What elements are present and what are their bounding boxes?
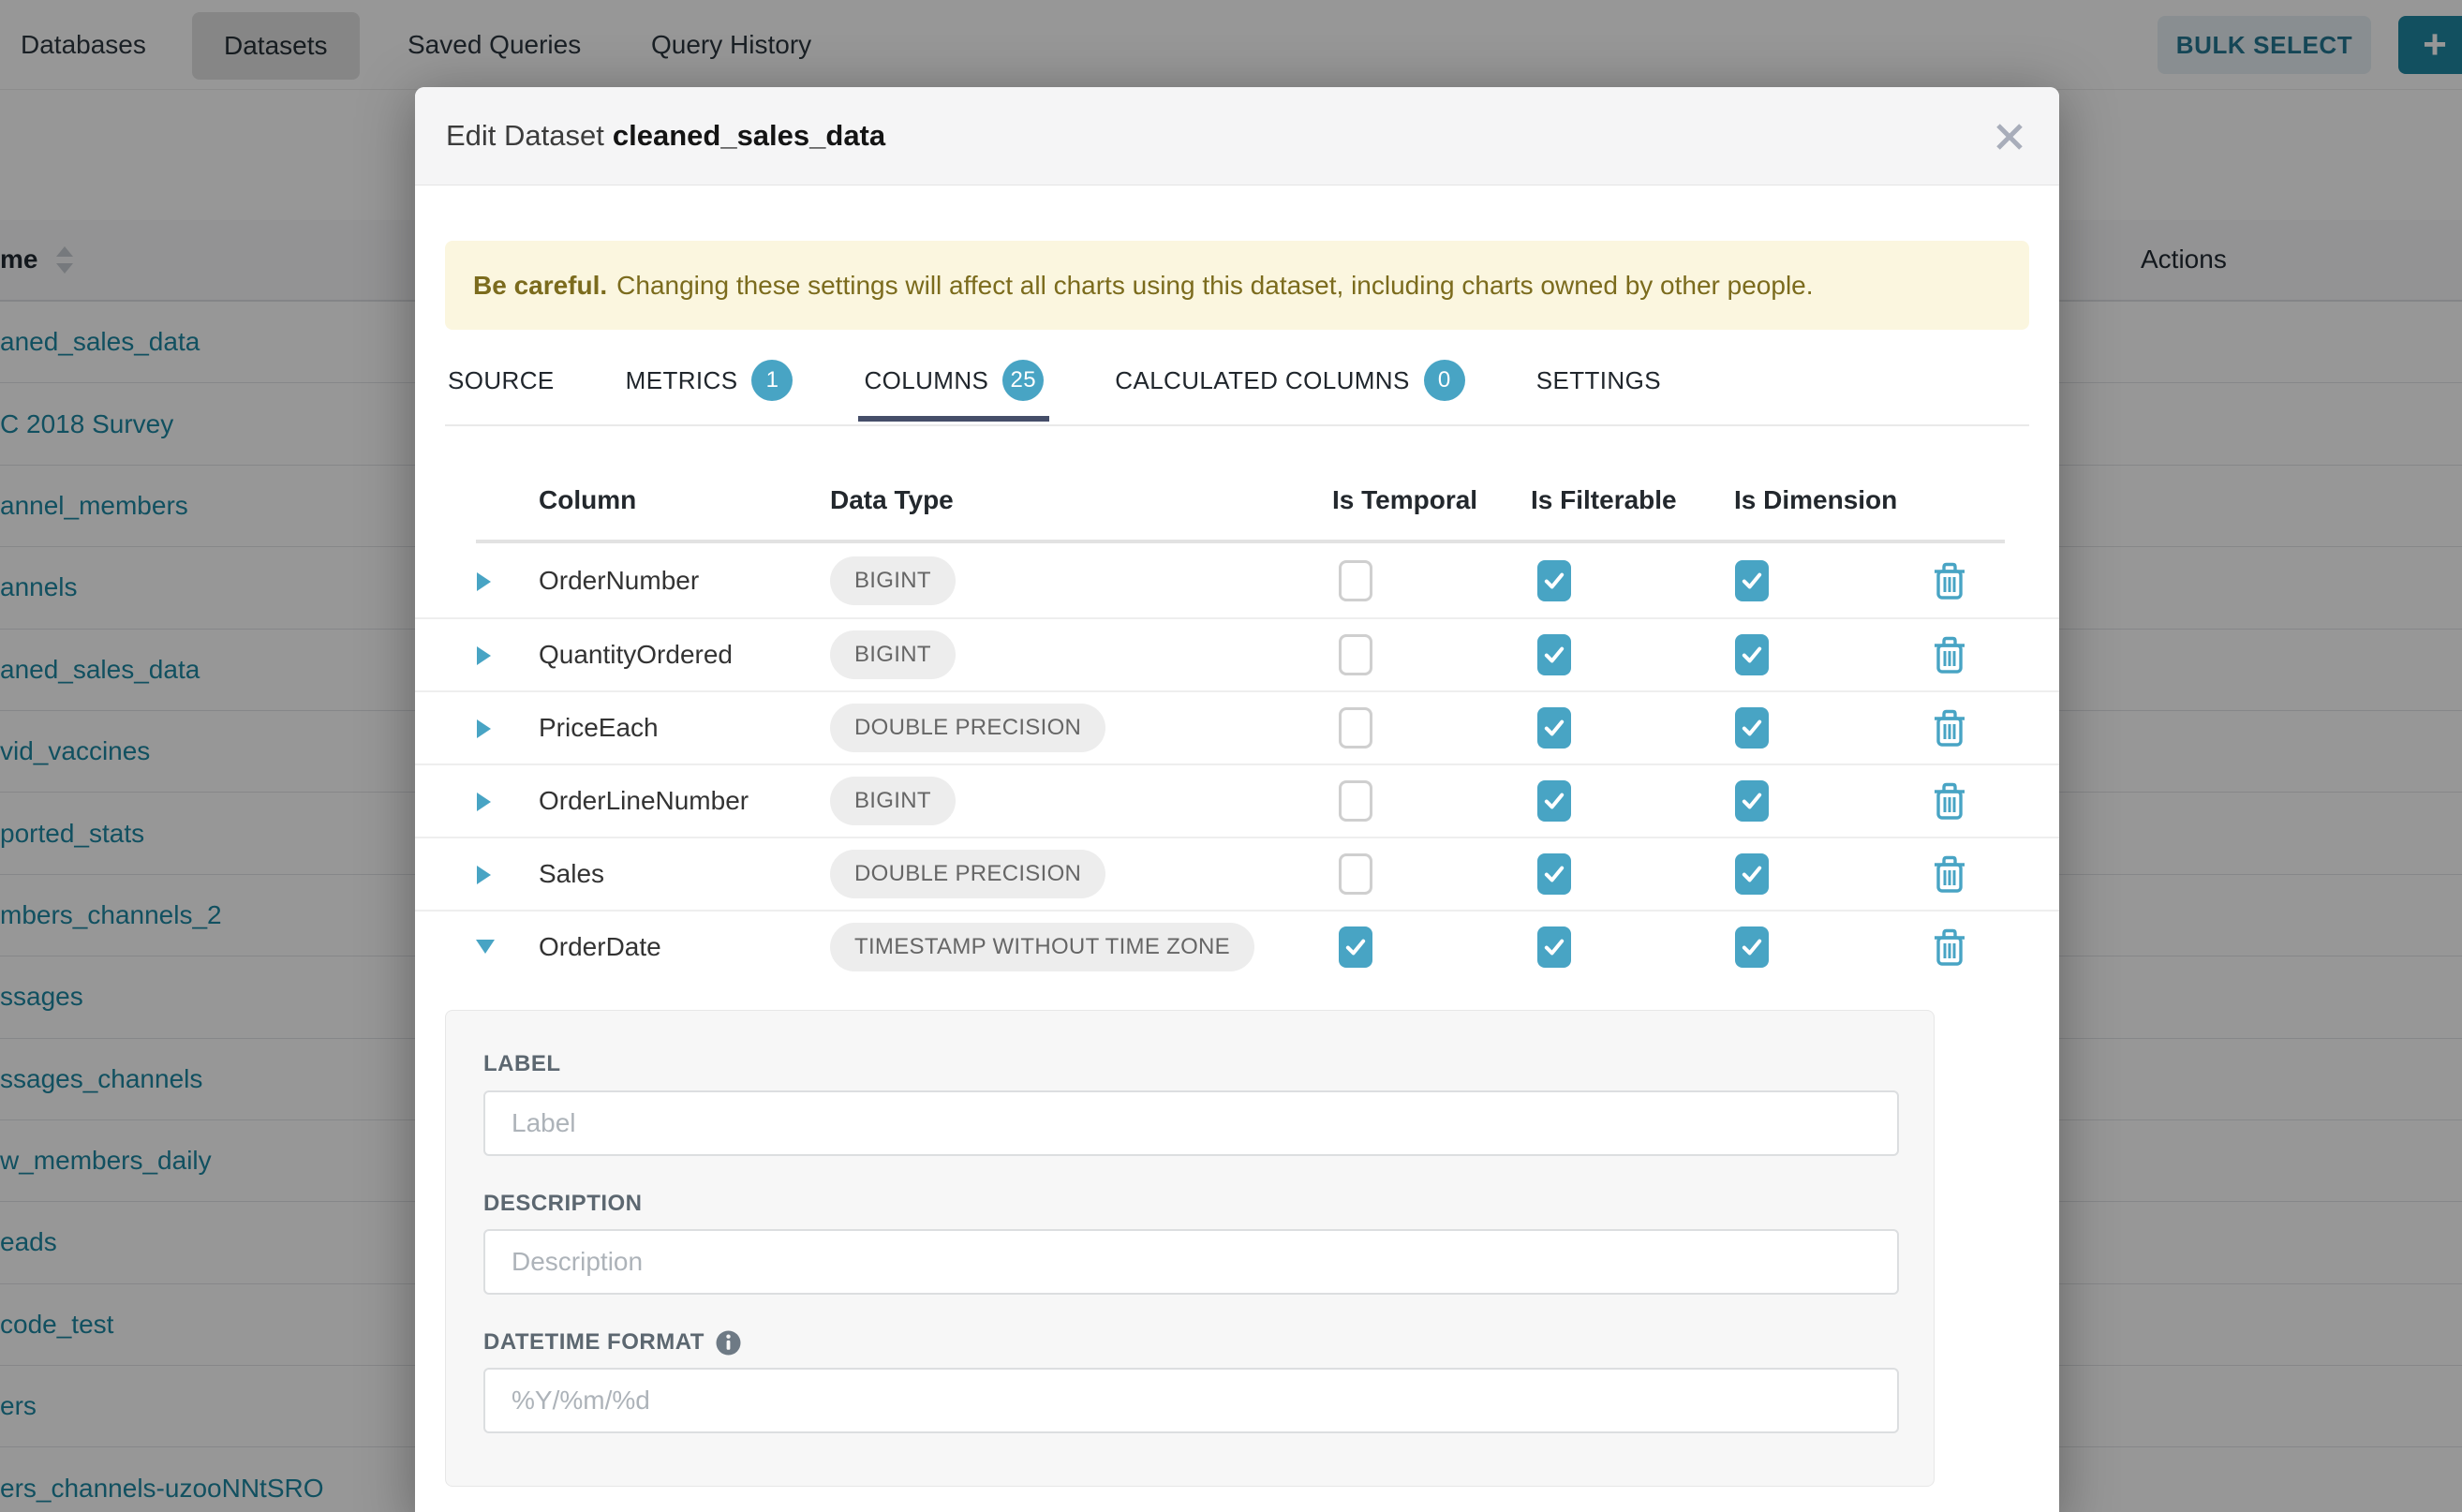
tab-source[interactable]: SOURCE (448, 340, 555, 421)
data-type-pill: BIGINT (830, 630, 956, 679)
is-temporal-checkbox-checked[interactable] (1339, 926, 1372, 968)
tab-settings[interactable]: SETTINGS (1536, 340, 1661, 421)
column-header-column: Column (539, 485, 636, 515)
tab-columns[interactable]: COLUMNS 25 (864, 340, 1044, 421)
data-type-pill: BIGINT (830, 556, 956, 605)
warning-text: Changing these settings will affect all … (616, 271, 1813, 301)
delete-column-icon[interactable] (1932, 560, 1967, 601)
is-temporal-checkbox-unchecked[interactable] (1339, 634, 1372, 675)
expand-caret-icon[interactable] (473, 790, 496, 812)
is-filterable-checkbox-checked[interactable] (1537, 707, 1571, 749)
modal-header: Edit Dataset cleaned_sales_data (415, 87, 2059, 185)
tab-calculated-columns[interactable]: CALCULATED COLUMNS 0 (1115, 340, 1464, 421)
is-filterable-checkbox-checked[interactable] (1537, 634, 1571, 675)
is-dimension-checkbox-checked[interactable] (1735, 707, 1769, 749)
info-icon[interactable] (716, 1330, 741, 1356)
label-field-label: LABEL (483, 1051, 561, 1077)
modal-title-prefix: Edit Dataset (446, 119, 604, 152)
data-type-pill: DOUBLE PRECISION (830, 704, 1105, 752)
datetime-format-input[interactable] (483, 1368, 1899, 1433)
datetime-format-field-label: DATETIME FORMAT (483, 1329, 741, 1356)
column-row-OrderNumber: OrderNumber BIGINT (415, 544, 2059, 617)
is-dimension-checkbox-checked[interactable] (1735, 780, 1769, 822)
is-temporal-checkbox-unchecked[interactable] (1339, 560, 1372, 601)
column-row-OrderDate: OrderDate TIMESTAMP WITHOUT TIME ZONE (415, 910, 2059, 983)
tab-badge: 0 (1424, 360, 1465, 401)
tab-label: SETTINGS (1536, 366, 1661, 395)
is-filterable-checkbox-checked[interactable] (1537, 780, 1571, 822)
tab-badge: 1 (751, 360, 793, 401)
expand-caret-icon[interactable] (473, 644, 496, 666)
tabs-underline (445, 424, 2029, 426)
column-name: OrderNumber (539, 566, 699, 596)
superset-datasets-screen: Databases Datasets Saved Queries Query H… (0, 0, 2462, 1512)
warning-bold-text: Be careful. (473, 271, 607, 301)
column-header-is-temporal: Is Temporal (1332, 485, 1477, 515)
is-filterable-checkbox-checked[interactable] (1537, 853, 1571, 895)
modal-title-dataset-name: cleaned_sales_data (613, 119, 885, 152)
is-dimension-checkbox-checked[interactable] (1735, 853, 1769, 895)
warning-banner: Be careful. Changing these settings will… (445, 241, 2029, 330)
column-header-is-filterable: Is Filterable (1531, 485, 1677, 515)
expand-caret-icon[interactable] (473, 570, 496, 592)
tab-label: COLUMNS (864, 366, 988, 395)
modal-title: Edit Dataset cleaned_sales_data (446, 119, 885, 153)
delete-column-icon[interactable] (1932, 853, 1967, 895)
is-dimension-checkbox-checked[interactable] (1735, 926, 1769, 968)
column-header-data-type: Data Type (830, 485, 954, 515)
column-name: OrderLineNumber (539, 786, 749, 816)
close-icon[interactable] (1988, 115, 2031, 158)
column-row-OrderLineNumber: OrderLineNumber BIGINT (415, 763, 2059, 837)
tab-badge: 25 (1002, 360, 1044, 401)
column-row-Sales: Sales DOUBLE PRECISION (415, 837, 2059, 910)
column-name: OrderDate (539, 932, 661, 962)
is-dimension-checkbox-checked[interactable] (1735, 560, 1769, 601)
table-header-divider (476, 540, 2005, 543)
delete-column-icon[interactable] (1932, 780, 1967, 822)
expand-caret-icon[interactable] (473, 863, 496, 885)
column-header-is-dimension: Is Dimension (1734, 485, 1897, 515)
tab-label: SOURCE (448, 366, 555, 395)
data-type-pill: TIMESTAMP WITHOUT TIME ZONE (830, 923, 1254, 971)
data-type-pill: DOUBLE PRECISION (830, 850, 1105, 898)
column-name: Sales (539, 859, 604, 889)
description-field-label: DESCRIPTION (483, 1191, 643, 1217)
is-temporal-checkbox-unchecked[interactable] (1339, 853, 1372, 895)
column-name: PriceEach (539, 713, 659, 743)
delete-column-icon[interactable] (1932, 634, 1967, 675)
tab-label: CALCULATED COLUMNS (1115, 366, 1409, 395)
edit-dataset-modal: Edit Dataset cleaned_sales_data Be carefu… (415, 87, 2059, 1512)
label-input[interactable] (483, 1090, 1899, 1156)
collapse-caret-icon[interactable] (473, 936, 496, 958)
is-filterable-checkbox-checked[interactable] (1537, 560, 1571, 601)
modal-tabs: SOURCE METRICS 1 COLUMNS 25 CALCULATED COL… (448, 340, 1661, 421)
is-temporal-checkbox-unchecked[interactable] (1339, 707, 1372, 749)
column-row-QuantityOrdered: QuantityOrdered BIGINT (415, 617, 2059, 690)
expand-caret-icon[interactable] (473, 717, 496, 739)
column-detail-panel: LABEL DESCRIPTION DATETIME FORMAT (445, 1010, 1935, 1487)
column-row-PriceEach: PriceEach DOUBLE PRECISION (415, 690, 2059, 763)
delete-column-icon[interactable] (1932, 707, 1967, 749)
delete-column-icon[interactable] (1932, 926, 1967, 968)
column-name: QuantityOrdered (539, 640, 733, 670)
tab-label: METRICS (626, 366, 738, 395)
tab-metrics[interactable]: METRICS 1 (626, 340, 793, 421)
is-filterable-checkbox-checked[interactable] (1537, 926, 1571, 968)
is-temporal-checkbox-unchecked[interactable] (1339, 780, 1372, 822)
is-dimension-checkbox-checked[interactable] (1735, 634, 1769, 675)
columns-table-rows: OrderNumber BIGINT QuantityOrdered BIGINT Pr… (415, 544, 2059, 983)
data-type-pill: BIGINT (830, 777, 956, 825)
description-input[interactable] (483, 1229, 1899, 1295)
